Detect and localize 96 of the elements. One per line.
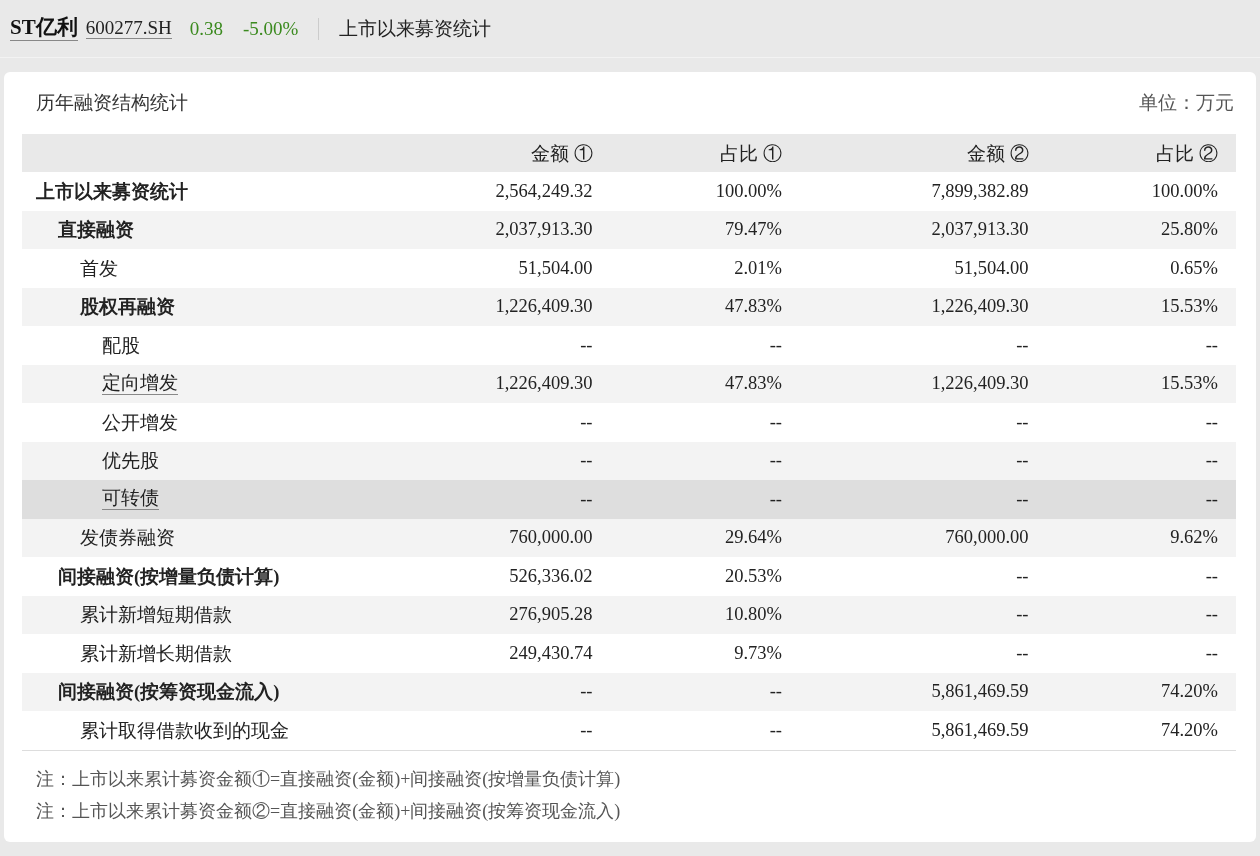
footnote: 注：上市以来累计募资金额①=直接融资(金额)+间接融资(按增量负债计算) <box>36 767 622 791</box>
table-cell: 2,564,249.32 <box>495 180 593 201</box>
table-cell: -- <box>1205 565 1218 586</box>
table-cell: 29.64% <box>724 527 782 548</box>
table-cell: -- <box>1205 488 1218 509</box>
row-label-link[interactable]: 可转债 <box>102 488 159 511</box>
table-cell: 2.01% <box>734 257 782 278</box>
row-label-link[interactable]: 定向增发 <box>102 372 178 395</box>
stock-name-link[interactable]: ST亿利 <box>10 16 78 41</box>
table-cell: -- <box>769 450 782 471</box>
column-header: 金额 ① <box>364 134 611 172</box>
column-header: 金额 ② <box>800 134 1047 172</box>
table-cell: 51,504.00 <box>954 257 1029 278</box>
table-cell: 25.80% <box>1160 219 1218 240</box>
table-cell: 9.73% <box>734 642 782 663</box>
table-cell: 9.62% <box>1170 527 1218 548</box>
row-label: 优先股 <box>102 450 159 474</box>
stock-price: 0.38 <box>189 17 223 40</box>
table-cell: -- <box>1205 450 1218 471</box>
table-cell: -- <box>769 681 782 702</box>
table-cell: 74.20% <box>1160 681 1218 702</box>
table-cell: 2,037,913.30 <box>931 219 1029 240</box>
table-cell: 0.65% <box>1170 257 1218 278</box>
table-cell: -- <box>580 411 593 432</box>
row-label: 公开增发 <box>102 411 178 435</box>
table-cell: -- <box>1016 604 1029 625</box>
table-row[interactable]: 发债券融资 760,000.00 29.64% 760,000.00 9.62% <box>22 518 1236 557</box>
row-label: 首发 <box>80 257 118 281</box>
table-cell: 79.47% <box>724 219 782 240</box>
table-row[interactable]: 定向增发 1,226,409.30 47.83% 1,226,409.30 15.53% <box>22 364 1236 403</box>
page-title: 上市以来募资统计 <box>339 16 492 41</box>
table-cell: -- <box>769 411 782 432</box>
table-cell: -- <box>580 719 593 740</box>
table-cell: 20.53% <box>724 565 782 586</box>
column-header: 占比 ② <box>1046 134 1236 172</box>
table-row[interactable]: 可转债 -- -- -- -- <box>22 480 1236 519</box>
table-cell: 47.83% <box>724 373 782 394</box>
row-label: 间接融资(按增量负债计算) <box>58 565 280 589</box>
row-label: 累计新增长期借款 <box>80 642 232 666</box>
row-label: 配股 <box>102 334 140 358</box>
table-cell: -- <box>580 488 593 509</box>
table-row[interactable]: 间接融资(按筹资现金流入) -- -- 5,861,469.59 74.20% <box>22 672 1236 711</box>
table-row[interactable]: 直接融资 2,037,913.30 79.47% 2,037,913.30 25.80% <box>22 210 1236 249</box>
table-cell: -- <box>769 719 782 740</box>
table-cell: -- <box>1016 642 1029 663</box>
table-cell: 249,430.74 <box>509 642 593 663</box>
column-header: 占比 ① <box>610 134 800 172</box>
table-cell: -- <box>1016 411 1029 432</box>
row-label: 直接融资 <box>58 218 134 243</box>
table-cell: -- <box>1205 334 1218 355</box>
footnote: 注：上市以来累计募资金额②=直接融资(金额)+间接融资(按筹资现金流入) <box>36 799 622 823</box>
table-cell: 526,336.02 <box>509 565 593 586</box>
row-label: 间接融资(按筹资现金流入) <box>58 680 280 705</box>
price-change: -5.00% <box>243 17 320 40</box>
table-cell: 276,905.28 <box>509 604 593 625</box>
table-cell: 100.00% <box>1151 180 1218 201</box>
table-cell: 5,861,469.59 <box>931 681 1029 702</box>
table-cell: 15.53% <box>1160 296 1218 317</box>
table-cell: 760,000.00 <box>945 527 1029 548</box>
table-cell: 1,226,409.30 <box>931 373 1029 394</box>
table-row[interactable]: 优先股 -- -- -- -- <box>22 441 1236 480</box>
table-cell: -- <box>580 450 593 471</box>
stock-code-link[interactable]: 600277.SH <box>85 17 172 40</box>
table-cell: 100.00% <box>715 180 782 201</box>
table-cell: -- <box>1016 488 1029 509</box>
unit-label: 单位：万元 <box>1139 91 1234 115</box>
table-cell: 1,226,409.30 <box>495 296 593 317</box>
table-cell: -- <box>1016 565 1029 586</box>
table-cell: -- <box>580 334 593 355</box>
table-cell: 10.80% <box>724 604 782 625</box>
table-cell: -- <box>1205 604 1218 625</box>
section-title: 历年融资结构统计 <box>36 91 188 115</box>
table-cell: 760,000.00 <box>509 527 593 548</box>
table-cell: -- <box>1016 334 1029 355</box>
row-label: 发债券融资 <box>80 527 175 551</box>
table-cell: -- <box>1016 450 1029 471</box>
table-cell: 1,226,409.30 <box>931 296 1029 317</box>
row-label: 累计新增短期借款 <box>80 604 232 628</box>
table-cell: 7,899,382.89 <box>931 180 1029 201</box>
table-cell: 74.20% <box>1160 719 1218 740</box>
table-cell: -- <box>1205 642 1218 663</box>
table-cell: -- <box>769 334 782 355</box>
table-cell: -- <box>580 681 593 702</box>
table-cell: 47.83% <box>724 296 782 317</box>
table-row[interactable]: 累计新增短期借款 276,905.28 10.80% -- -- <box>22 595 1236 634</box>
table-cell: -- <box>769 488 782 509</box>
table-cell: 2,037,913.30 <box>495 219 593 240</box>
row-label: 累计取得借款收到的现金 <box>80 719 289 743</box>
table-row[interactable]: 股权再融资 1,226,409.30 47.83% 1,226,409.30 15.53% <box>22 287 1236 326</box>
row-label: 上市以来募资统计 <box>36 180 188 204</box>
table-cell: 15.53% <box>1160 373 1218 394</box>
table-cell: 51,504.00 <box>518 257 593 278</box>
table-cell: -- <box>1205 411 1218 432</box>
table-cell: 5,861,469.59 <box>931 719 1029 740</box>
table-cell: 1,226,409.30 <box>495 373 593 394</box>
row-label: 股权再融资 <box>80 296 175 320</box>
